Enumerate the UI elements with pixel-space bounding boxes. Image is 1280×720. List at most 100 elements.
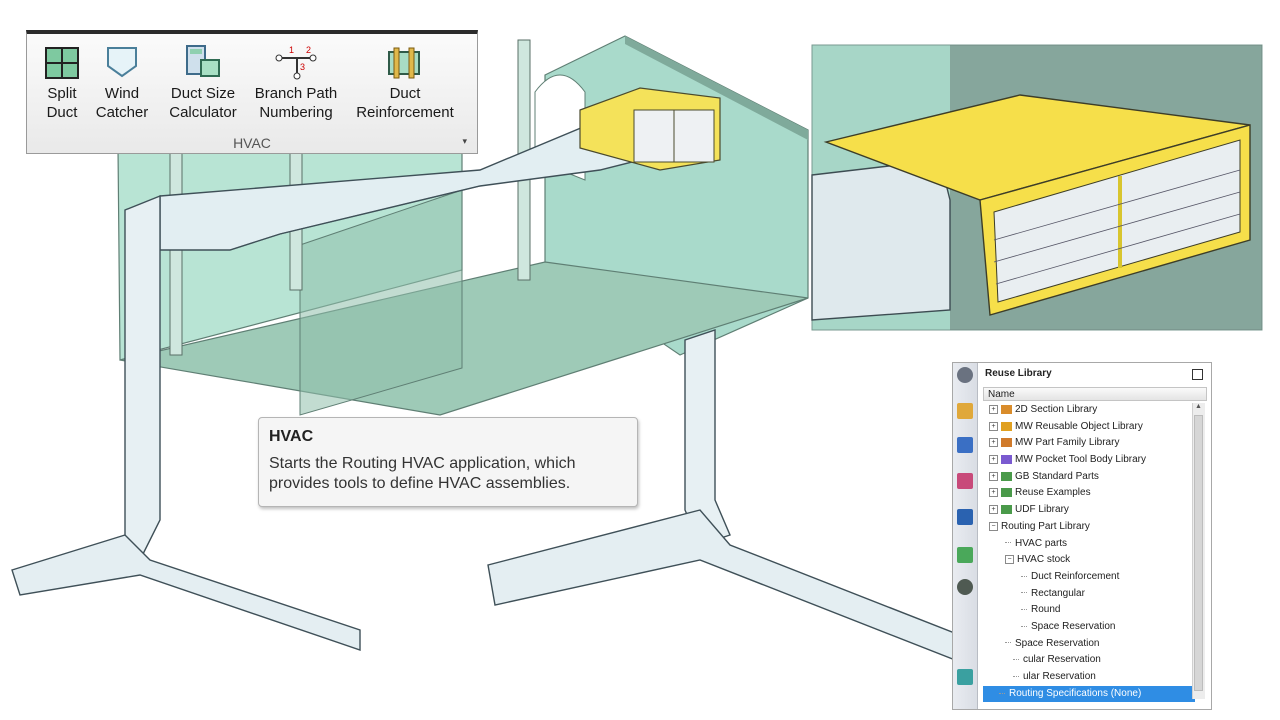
library-tree-item[interactable]: + GB Standard Parts	[983, 469, 1195, 486]
expand-icon[interactable]: +	[989, 471, 998, 481]
tree-connector-icon	[1005, 642, 1011, 644]
library-tree-item[interactable]: + MW Part Family Library	[983, 435, 1195, 452]
expand-icon[interactable]: +	[989, 504, 998, 514]
library-tree-item-label: Duct Reinforcement	[1031, 570, 1120, 582]
tree-connector-icon	[1021, 592, 1027, 594]
collapse-icon[interactable]: −	[1005, 555, 1014, 565]
branch-path-numbering-button[interactable]: 1 2 3 Branch Path Numbering	[249, 40, 343, 122]
duct-size-calculator-icon	[186, 45, 220, 77]
branch-number-3: 3	[300, 62, 305, 72]
library-tree-item-label: Space Reservation	[1015, 637, 1100, 649]
library-tree-item[interactable]: Space Reservation	[983, 619, 1195, 636]
hvac-ribbon-group: Split Duct Wind Catcher Duct Size Calcul…	[26, 30, 478, 154]
left-riser-duct	[124, 194, 161, 561]
library-tree-item[interactable]: + Reuse Examples	[983, 485, 1195, 502]
library-tree-item-label: Routing Part Library	[1001, 520, 1090, 532]
library-folder-icon	[1001, 488, 1012, 498]
library-tree-item-label: Rectangular	[1031, 587, 1085, 599]
library-tree-item[interactable]: Rectangular	[983, 586, 1195, 603]
web-browser-icon[interactable]	[957, 669, 973, 685]
library-tree-item-label: 2D Section Library	[1015, 404, 1098, 415]
library-folder-icon	[1001, 454, 1012, 464]
library-tree-item-label: Reuse Examples	[1015, 487, 1091, 499]
ribbon-group-launcher[interactable]: ▾	[462, 136, 467, 147]
library-tree-item-label: UDF Library	[1015, 504, 1069, 516]
branch-number-2: 2	[306, 45, 311, 55]
hd3d-tools-icon[interactable]	[957, 547, 973, 563]
library-tree-item[interactable]: HVAC parts	[983, 536, 1195, 553]
inset-duct	[811, 159, 951, 321]
library-tree-item[interactable]: Round	[983, 602, 1195, 619]
library-tree-item-label: MW Part Family Library	[1015, 437, 1120, 449]
reuse-library-panel: Reuse Library Name +2D Section Library + M…	[952, 362, 1212, 710]
split-duct-button[interactable]: Split Duct	[35, 40, 89, 122]
library-tree-item-label: GB Standard Parts	[1015, 470, 1099, 482]
duct-reinforcement-label: Duct Reinforcement	[356, 85, 454, 121]
expand-icon[interactable]: +	[989, 438, 998, 448]
library-tree-item[interactable]: − Routing Part Library	[983, 519, 1195, 536]
tree-connector-icon	[1021, 625, 1027, 627]
wind-catcher-label: Wind Catcher	[95, 85, 149, 121]
tooltip-title: HVAC	[269, 428, 314, 445]
library-folder-icon	[1001, 404, 1012, 414]
expand-icon[interactable]: +	[989, 454, 998, 464]
tree-connector-icon	[1013, 675, 1019, 677]
library-tree-item[interactable]: + UDF Library	[983, 502, 1195, 519]
library-scrollbar[interactable]: ▲	[1192, 403, 1205, 699]
library-tree: +2D Section Library + MW Reusable Object L…	[983, 402, 1195, 703]
library-tree-item-label: Space Reservation	[1031, 620, 1116, 632]
roles-icon[interactable]	[957, 579, 973, 595]
library-tree-item[interactable]: +2D Section Library	[983, 402, 1195, 419]
part-navigator-icon[interactable]	[957, 473, 973, 489]
tree-connector-icon	[999, 692, 1005, 694]
library-title: Reuse Library	[985, 368, 1052, 379]
collapse-icon[interactable]: −	[989, 521, 998, 531]
library-tree-item-label: MW Reusable Object Library	[1015, 420, 1143, 432]
branch-number-1: 1	[289, 45, 294, 55]
wind-catcher-button[interactable]: Wind Catcher	[91, 40, 153, 122]
duct-reinforcement-icon	[388, 47, 420, 79]
left-foot-duct	[11, 534, 361, 651]
reuse-library-icon[interactable]	[957, 509, 973, 525]
library-tree-item[interactable]: Duct Reinforcement	[983, 569, 1195, 586]
branch-path-numbering-label: Branch Path Numbering	[254, 85, 338, 121]
library-tree-item[interactable]: ular Reservation	[983, 669, 1195, 686]
maximize-icon[interactable]	[1192, 369, 1203, 380]
resource-bar	[953, 363, 978, 709]
name-column-header[interactable]: Name	[983, 387, 1207, 401]
split-duct-label: Split Duct	[46, 85, 78, 121]
expand-icon[interactable]: +	[989, 421, 998, 431]
branch-path-numbering-icon: 1 2 3	[275, 45, 317, 80]
tree-connector-icon	[1013, 659, 1019, 661]
library-tree-item-label: ular Reservation	[1023, 671, 1096, 682]
library-tree-item[interactable]: + MW Reusable Object Library	[983, 419, 1195, 436]
library-tree-item[interactable]: cular Reservation	[983, 652, 1195, 669]
constraint-navigator-icon[interactable]	[957, 437, 973, 453]
library-tree-item-label: HVAC stock	[1017, 554, 1071, 566]
library-tree-item[interactable]: Routing Specifications (None)	[983, 685, 1195, 703]
library-tree-item-label: Round	[1031, 604, 1061, 616]
duct-reinforcement-button[interactable]: Duct Reinforcement	[347, 40, 463, 122]
tooltip-body: Starts the Routing HVAC application, whi…	[269, 455, 576, 492]
library-tree-item[interactable]: + MW Pocket Tool Body Library	[983, 452, 1195, 469]
assembly-navigator-icon[interactable]	[957, 403, 973, 419]
library-tree-item-label: Routing Specifications (None)	[1009, 687, 1142, 699]
library-folder-icon	[1001, 421, 1012, 431]
scrollbar-thumb[interactable]	[1194, 415, 1203, 691]
tree-connector-icon	[1021, 609, 1027, 611]
duct-size-calculator-button[interactable]: Duct Size Calculator	[163, 40, 243, 122]
library-folder-icon	[1001, 471, 1012, 481]
tree-connector-icon	[1005, 542, 1011, 544]
library-tree-item-label: MW Pocket Tool Body Library	[1015, 454, 1146, 466]
hvac-tooltip: HVAC Starts the Routing HVAC application…	[258, 417, 638, 507]
library-tree-item[interactable]: − HVAC stock	[983, 552, 1195, 569]
duct-size-calculator-label: Duct Size Calculator	[169, 85, 237, 121]
split-duct-icon	[45, 47, 79, 79]
library-folder-icon	[1001, 438, 1012, 448]
library-tree-item[interactable]: Space Reservation	[983, 636, 1195, 653]
expand-icon[interactable]: +	[989, 488, 998, 498]
expand-icon[interactable]: +	[989, 404, 998, 414]
library-folder-icon	[1001, 504, 1012, 514]
library-tree-item-label: HVAC parts	[1015, 537, 1068, 549]
gear-icon[interactable]	[957, 367, 973, 383]
